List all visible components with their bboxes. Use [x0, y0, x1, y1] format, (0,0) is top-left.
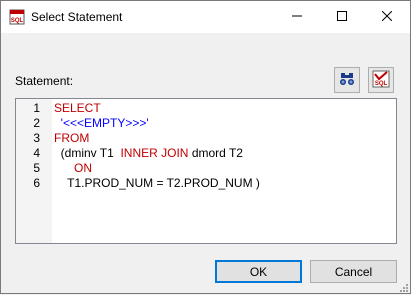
window-title: Select Statement — [31, 10, 123, 24]
code-text: SELECT — [54, 101, 101, 116]
sql-keyword: ON — [74, 161, 93, 175]
line-number: 4 — [33, 146, 40, 160]
close-button[interactable] — [364, 1, 409, 33]
sql-token: T1.PROD_NUM = T2.PROD_NUM ) — [54, 176, 260, 190]
sql-keyword: FROM — [54, 131, 90, 145]
resize-grip-icon[interactable] — [398, 281, 408, 292]
code-text: (dminv T1 INNER JOIN dmord T2 — [54, 146, 243, 161]
binoculars-icon — [339, 71, 355, 90]
statement-label: Statement: — [15, 74, 74, 88]
sql-token: (dminv T1 — [54, 146, 121, 160]
select-statement-dialog: SQL Select Statement Statement: SQL 1 SE… — [0, 0, 411, 294]
code-text: ON — [54, 161, 92, 176]
code-text: T1.PROD_NUM = T2.PROD_NUM ) — [54, 176, 260, 191]
svg-text:SQL: SQL — [375, 81, 388, 87]
sql-check-icon: SQL — [372, 70, 390, 91]
svg-text:SQL: SQL — [11, 18, 24, 24]
cancel-button[interactable]: Cancel — [310, 260, 397, 283]
line-number: 6 — [33, 176, 40, 190]
ok-button[interactable]: OK — [215, 260, 302, 283]
sql-editor[interactable]: 1 SELECT 2 '<<<EMPTY>>>' 3 FROM 4 (dminv T1 I… — [15, 98, 397, 244]
maximize-button[interactable] — [319, 1, 364, 33]
line-number: 2 — [33, 116, 40, 130]
title-bar: SQL Select Statement — [1, 1, 410, 33]
line-number: 3 — [33, 131, 40, 145]
sql-check-button[interactable]: SQL — [368, 67, 394, 93]
sql-keyword: INNER JOIN — [120, 146, 189, 160]
code-text: '<<<EMPTY>>>' — [54, 116, 149, 131]
code-text: FROM — [54, 131, 89, 146]
sql-token: dmord T2 — [188, 146, 243, 160]
line-number: 1 — [33, 101, 40, 115]
sql-string: '<<<EMPTY>>>' — [60, 116, 149, 130]
minimize-icon — [291, 10, 302, 24]
line-number: 5 — [33, 161, 40, 175]
sql-icon: SQL — [9, 9, 25, 25]
find-button[interactable] — [334, 67, 360, 93]
sql-keyword: SELECT — [54, 101, 101, 115]
maximize-icon — [336, 10, 347, 24]
close-icon — [381, 10, 392, 24]
minimize-button[interactable] — [274, 1, 319, 33]
